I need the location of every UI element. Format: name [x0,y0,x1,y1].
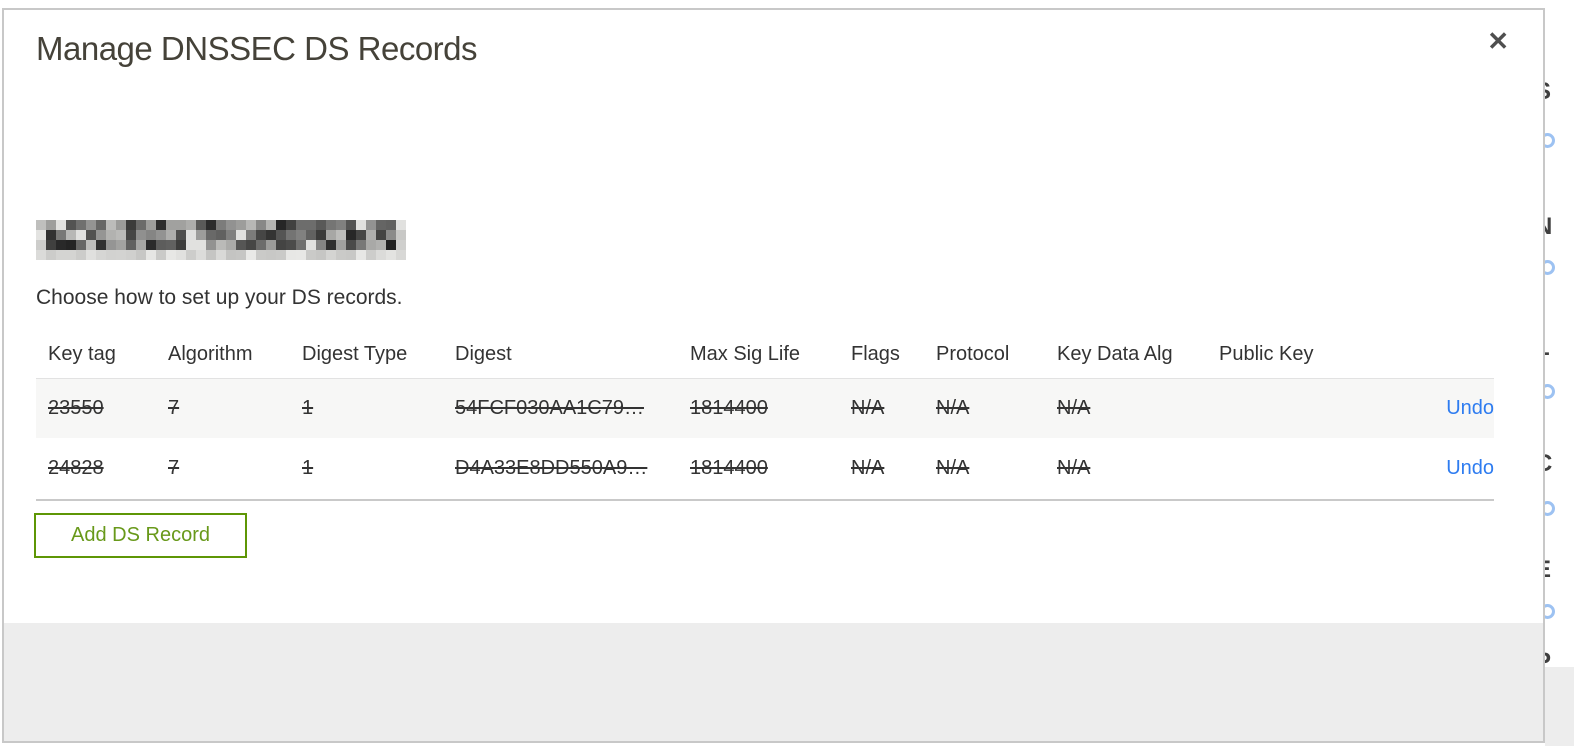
table-cell: 23550 [48,396,104,419]
column-header: Max Sig Life [690,342,801,365]
screen: PECLNS Manage DNSSEC DS Records ✕ Choose… [0,0,1574,746]
table-cell [1207,438,1347,500]
table-cell: N/A [936,396,970,419]
column-header: Flags [851,342,900,365]
table-cell: N/A [936,456,970,479]
instruction-text: Choose how to set up your DS records. [36,286,403,309]
dnssec-modal: Manage DNSSEC DS Records ✕ Choose how to… [2,8,1545,743]
modal-title: Manage DNSSEC DS Records [36,30,478,67]
close-icon[interactable]: ✕ [1483,24,1513,58]
table-cell: 1814400 [690,456,768,479]
table-cell: N/A [851,456,885,479]
table-row: 24828 7 1 D4A33E8DD550A9… 1814400 N/A N/A N/A Un… [36,437,1494,500]
table-cell: 7 [168,456,180,479]
ds-records-table: Key tag Algorithm Digest Type Digest Max Sig… [36,330,1494,501]
table-cell [1207,379,1347,438]
redacted-domain-name [36,220,406,260]
table-cell: D4A33E8DD550A9… [455,456,648,479]
modal-footer: Save Cancel [4,623,1543,741]
background-page-gray-section [1545,667,1574,746]
table-cell: 1 [302,456,314,479]
table-body: 23550 7 1 54FCF030AA1C79… 1814400 N/A N/A N/A Un… [36,378,1494,500]
column-header [1347,330,1494,379]
add-ds-record-button[interactable]: Add DS Record [34,513,247,558]
column-header: Protocol [936,342,1010,365]
table-cell: 1 [302,396,314,419]
table-cell: N/A [851,396,885,419]
table-header-row: Key tag Algorithm Digest Type Digest Max Sig… [36,330,1494,379]
table-cell: 1814400 [690,396,768,419]
table-cell: N/A [1057,396,1091,419]
undo-link[interactable]: Undo [1446,457,1494,479]
table-cell: N/A [1057,456,1091,479]
column-header: Public Key [1219,342,1314,365]
undo-link[interactable]: Undo [1446,397,1494,419]
table-cell: 7 [168,396,180,419]
column-header: Key Data Alg [1057,342,1173,365]
table-cell-action: Undo [1347,379,1494,438]
table-cell-action: Undo [1347,438,1494,500]
table-row: 23550 7 1 54FCF030AA1C79… 1814400 N/A N/A N/A Un… [36,378,1494,438]
column-header: Algorithm [168,342,253,365]
ds-records-table-wrap: Key tag Algorithm Digest Type Digest Max Sig… [36,330,1494,501]
column-header: Digest Type [302,342,408,365]
column-header: Digest [455,342,512,365]
table-cell: 54FCF030AA1C79… [455,396,644,419]
column-header: Key tag [48,342,116,365]
table-cell: 24828 [48,456,104,479]
